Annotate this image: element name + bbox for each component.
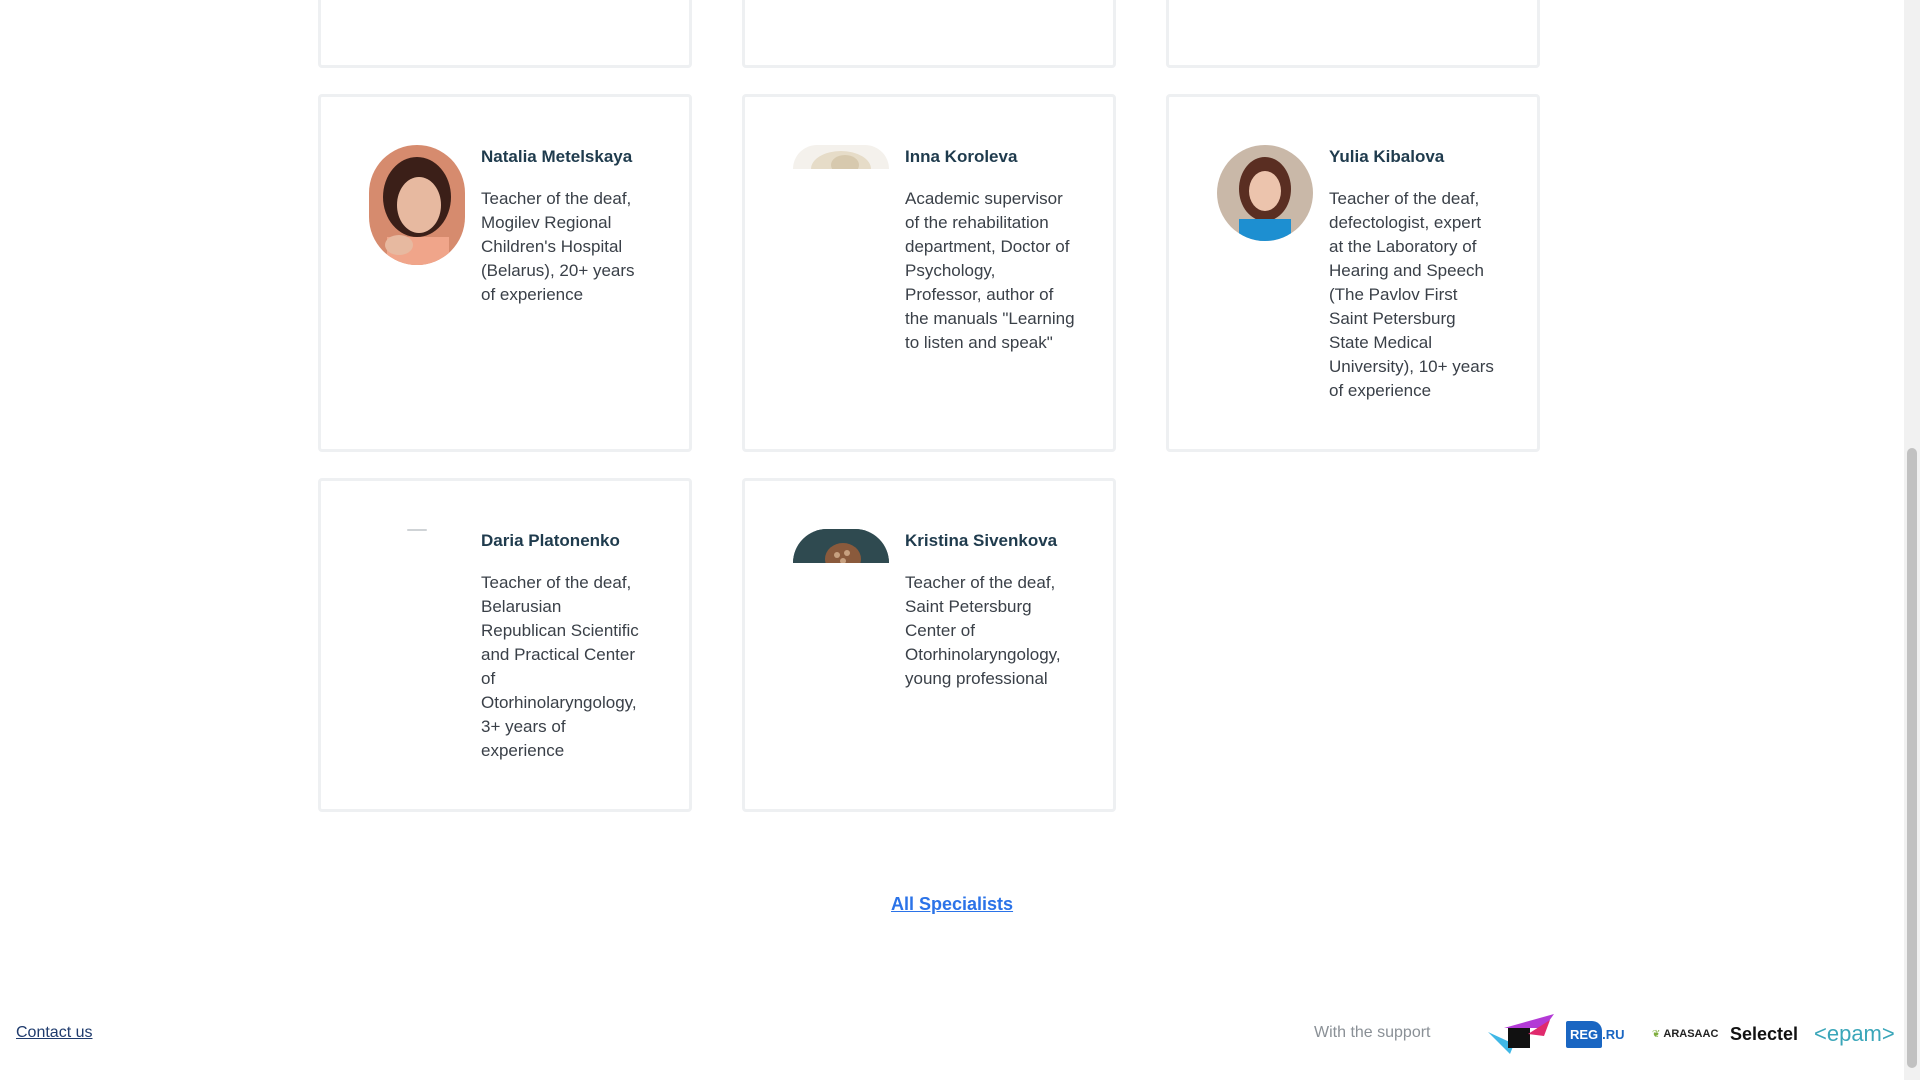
specialist-description: Teacher of the deaf, Belarusian Republic…	[481, 573, 639, 760]
reg-text: REG	[1570, 1026, 1599, 1042]
reg-ru-box: REG	[1566, 1020, 1603, 1048]
scrollbar-thumb[interactable]	[1907, 448, 1917, 1068]
arasaac-text: ARASAAC	[1663, 1028, 1719, 1040]
avatar	[369, 145, 465, 265]
contact-us-link[interactable]: Contact us	[16, 1024, 92, 1042]
portrait-kristina	[793, 529, 889, 563]
specialist-description: Teacher of the deaf, Mogilev Regional Ch…	[481, 189, 635, 304]
portrait-yulia	[1217, 145, 1313, 241]
specialist-description: Teacher of the deaf, Saint Petersburg Ce…	[905, 573, 1061, 688]
avatar	[793, 529, 889, 563]
specialist-name: Daria Platonenko	[481, 531, 620, 550]
epam-logo[interactable]: <epam>	[1814, 1010, 1895, 1058]
specialist-card: Natalia Metelskaya Teacher of the deaf, …	[318, 94, 692, 452]
specialist-name: Kristina Sivenkova	[905, 531, 1058, 550]
specialist-card: Yulia Kibalova Teacher of the deaf, defe…	[1166, 94, 1540, 452]
arasaac-leaf-icon: ❦	[1652, 1028, 1661, 1040]
portrait-natalia	[369, 145, 465, 265]
specialist-card: Kristina Sivenkova Teacher of the deaf, …	[742, 478, 1116, 812]
specialist-name: Inna Koroleva	[905, 147, 1018, 166]
reg-ru-logo[interactable]: REG .RU	[1566, 1010, 1626, 1058]
epam-text: <epam>	[1814, 1021, 1895, 1046]
arasaac-logo[interactable]: ❦ ARASAAC	[1652, 1010, 1722, 1058]
avatar	[1217, 145, 1313, 241]
specialist-name: Natalia Metelskaya	[481, 147, 633, 166]
avatar	[793, 145, 889, 169]
specialist-card	[742, 0, 1116, 68]
ru-text: .RU	[1602, 1026, 1625, 1042]
specialist-description: Academic supervisor of the rehabilitatio…	[905, 189, 1075, 352]
portrait-inna	[793, 145, 889, 169]
sber-logo-icon	[1488, 1014, 1554, 1054]
avatar	[407, 529, 427, 531]
all-specialists-link[interactable]: All Specialists	[891, 894, 1013, 915]
sber-logo[interactable]	[1484, 1010, 1556, 1058]
specialist-description: disorders	[481, 0, 651, 7]
specialist-card: Inna Koroleva Academic supervisor of the…	[742, 94, 1116, 452]
support-label: With the support	[1314, 1024, 1431, 1041]
specialist-card	[1166, 0, 1540, 68]
specialist-card: Daria Platonenko Teacher of the deaf, Be…	[318, 478, 692, 812]
selectel-logo[interactable]: Selectel	[1730, 1010, 1802, 1058]
specialist-card: disorders	[318, 0, 692, 68]
specialist-name: Yulia Kibalova	[1329, 147, 1445, 166]
specialist-description: Teacher of the deaf, defectologist, expe…	[1329, 189, 1494, 400]
selectel-text: Selectel	[1730, 1023, 1799, 1044]
page: disorders Natalia Metelskaya Teacher of …	[0, 0, 1920, 1080]
